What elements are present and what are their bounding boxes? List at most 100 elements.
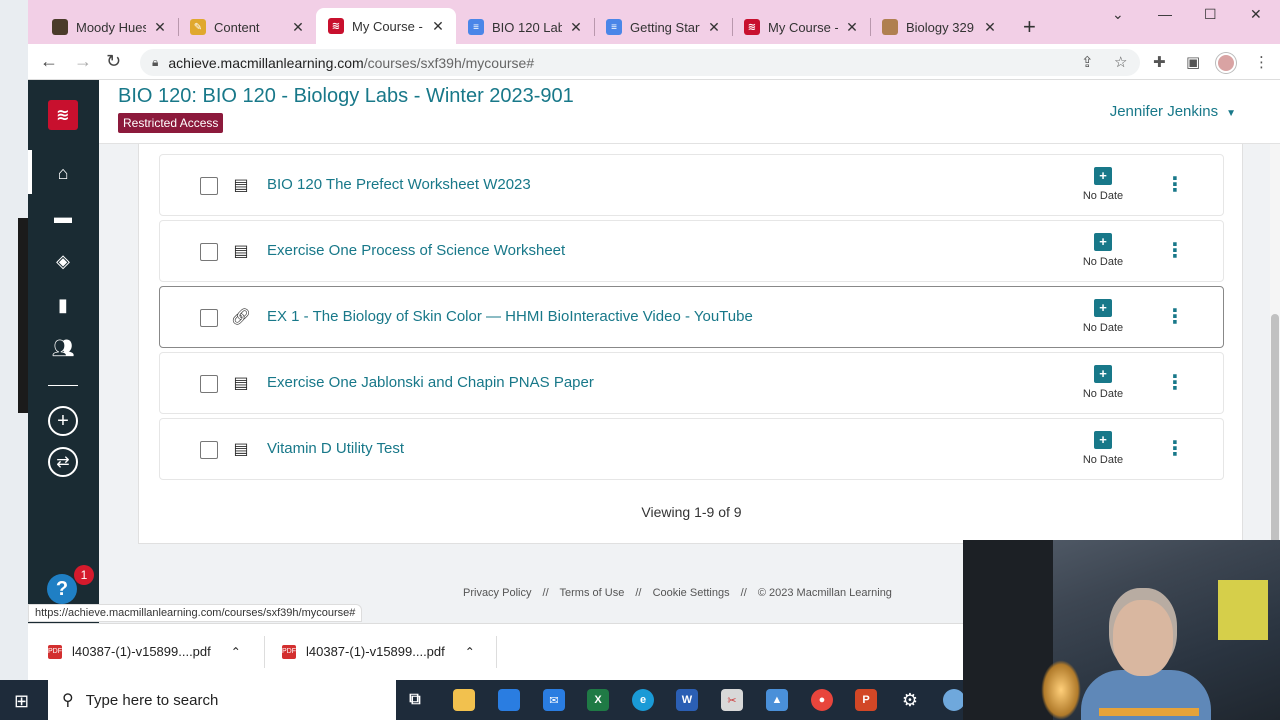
item-menu-kebab-icon[interactable]: ⋮	[1165, 237, 1185, 265]
tab-search-chevron-icon[interactable]: ⌄	[1112, 6, 1124, 23]
close-icon[interactable]: ✕	[844, 19, 860, 36]
swap-icon[interactable]: ⇄	[48, 447, 78, 477]
item-menu-kebab-icon[interactable]: ⋮	[1165, 369, 1185, 397]
tab-bio-120-lab[interactable]: ≡ BIO 120 Lab S ✕	[456, 10, 594, 44]
item-checkbox[interactable]	[200, 441, 218, 459]
powerpoint-icon[interactable]: P	[855, 689, 877, 711]
date-picker[interactable]: + No Date	[1078, 233, 1128, 268]
item-checkbox[interactable]	[200, 375, 218, 393]
tab-moody-hues[interactable]: Moody Hues | ✕	[40, 10, 178, 44]
user-menu[interactable]: Jennifer Jenkins ▼	[1110, 103, 1236, 120]
folder-icon[interactable]: ▬	[52, 206, 74, 228]
list-item[interactable]: ▤ BIO 120 The Prefect Worksheet W2023 + N…	[159, 154, 1224, 216]
item-title-link[interactable]: Exercise One Process of Science Workshee…	[267, 242, 565, 259]
presenter-shirt-stripe	[1099, 708, 1199, 716]
item-title-link[interactable]: Exercise One Jablonski and Chapin PNAS P…	[267, 374, 594, 391]
macmillan-favicon-icon: ≋	[744, 19, 760, 35]
list-item[interactable]: ▤ Exercise One Jablonski and Chapin PNAS…	[159, 352, 1224, 414]
side-panel-icon[interactable]: ▣	[1186, 53, 1200, 71]
chevron-up-icon[interactable]: ⌃	[231, 645, 241, 659]
close-icon[interactable]: ✕	[568, 19, 584, 36]
item-menu-kebab-icon[interactable]: ⋮	[1165, 171, 1185, 199]
close-icon[interactable]: ✕	[152, 19, 168, 36]
date-label: No Date	[1082, 454, 1124, 466]
download-item[interactable]: PDF l40387-(1)-v15899....pdf ⌃	[282, 644, 475, 659]
layers-icon[interactable]: ◈	[52, 250, 74, 272]
maximize-icon[interactable]: ☐	[1204, 6, 1217, 23]
item-menu-kebab-icon[interactable]: ⋮	[1165, 303, 1185, 331]
tab-content[interactable]: ✎ Content ✕	[178, 10, 316, 44]
cookie-settings-link[interactable]: Cookie Settings	[653, 587, 730, 599]
tab-my-course-active[interactable]: ≋ My Course - B ✕	[316, 8, 456, 44]
item-title-link[interactable]: EX 1 - The Biology of Skin Color — HHMI …	[267, 308, 753, 325]
taskbar-search[interactable]: ⚲ Type here to search	[48, 680, 396, 720]
new-tab-icon[interactable]: +	[1023, 14, 1036, 40]
task-view-icon[interactable]: ⧉	[404, 689, 426, 711]
window-close-icon[interactable]: ✕	[1250, 6, 1262, 23]
download-item[interactable]: PDF l40387-(1)-v15899....pdf ⌃	[48, 644, 241, 659]
settings-gear-icon[interactable]: ⚙	[899, 689, 921, 711]
item-checkbox[interactable]	[200, 177, 218, 195]
extensions-icon[interactable]: ✚	[1153, 53, 1166, 71]
download-filename: l40387-(1)-v15899....pdf	[72, 644, 211, 659]
item-menu-kebab-icon[interactable]: ⋮	[1165, 435, 1185, 463]
terms-of-use-link[interactable]: Terms of Use	[560, 587, 625, 599]
back-icon[interactable]: ←	[40, 51, 58, 72]
reload-icon[interactable]: ↻	[106, 51, 121, 72]
copyright-text: © 2023 Macmillan Learning	[757, 587, 892, 599]
list-item[interactable]: ▤ Vitamin D Utility Test + No Date ⋮	[159, 418, 1224, 480]
add-icon[interactable]: +	[48, 406, 78, 436]
footer-separator: //	[740, 587, 747, 599]
macmillan-logo-icon[interactable]: ≋	[48, 100, 78, 130]
share-icon[interactable]: ⇪	[1081, 53, 1094, 71]
close-icon[interactable]: ✕	[290, 19, 306, 36]
close-icon[interactable]: ✕	[982, 19, 998, 36]
address-bar[interactable]: 🔒︎ achieve.macmillanlearning.com/courses…	[140, 49, 1140, 76]
edge-icon[interactable]: e	[632, 689, 654, 711]
footer-separator: //	[635, 587, 642, 599]
list-item[interactable]: 🔗︎ EX 1 - The Biology of Skin Color — HH…	[159, 286, 1224, 348]
people-icon[interactable]: 👥︎	[52, 337, 75, 359]
menu-kebab-icon[interactable]: ⋮	[1254, 53, 1269, 71]
bar-chart-icon[interactable]: ▮	[52, 294, 74, 316]
pdf-icon: PDF	[282, 644, 296, 659]
help-icon[interactable]: ?	[47, 574, 77, 604]
chevron-up-icon[interactable]: ⌃	[465, 645, 475, 659]
item-title-link[interactable]: BIO 120 The Prefect Worksheet W2023	[267, 176, 531, 193]
item-title-link[interactable]: Vitamin D Utility Test	[267, 440, 404, 457]
link-icon: 🔗︎	[230, 309, 252, 326]
globe-icon[interactable]	[943, 689, 965, 711]
footer-separator: //	[542, 587, 549, 599]
background-panel	[18, 218, 28, 413]
list-item[interactable]: ▤ Exercise One Process of Science Worksh…	[159, 220, 1224, 282]
excel-icon[interactable]: X	[587, 689, 609, 711]
close-icon[interactable]: ✕	[430, 18, 446, 35]
mail-icon[interactable]: ✉	[543, 689, 565, 711]
item-checkbox[interactable]	[200, 309, 218, 327]
tab-getting-started[interactable]: ≡ Getting Starte ✕	[594, 10, 732, 44]
store-icon[interactable]	[498, 689, 520, 711]
windows-start-icon[interactable]: ⊞	[14, 691, 29, 712]
date-picker[interactable]: + No Date	[1078, 167, 1128, 202]
forward-icon[interactable]: →	[74, 51, 92, 72]
date-picker[interactable]: + No Date	[1078, 431, 1128, 466]
snipping-tool-icon[interactable]: ✂	[721, 689, 743, 711]
item-checkbox[interactable]	[200, 243, 218, 261]
privacy-policy-link[interactable]: Privacy Policy	[463, 587, 531, 599]
date-picker[interactable]: + No Date	[1078, 299, 1128, 334]
webcam-lamp	[1041, 660, 1081, 720]
word-icon[interactable]: W	[676, 689, 698, 711]
photos-icon[interactable]: ▲	[766, 689, 788, 711]
profile-avatar[interactable]	[1216, 53, 1236, 73]
document-icon: ▤	[233, 177, 249, 194]
minimize-icon[interactable]: —	[1158, 6, 1172, 22]
tab-my-course[interactable]: ≋ My Course - B ✕	[732, 10, 870, 44]
close-icon[interactable]: ✕	[706, 19, 722, 36]
date-label: No Date	[1082, 388, 1124, 400]
home-icon[interactable]: ⌂	[52, 162, 74, 184]
tab-biology-329[interactable]: Biology 329 ✕	[870, 10, 1008, 44]
bookmark-star-icon[interactable]: ☆	[1114, 53, 1127, 71]
file-explorer-icon[interactable]	[453, 689, 475, 711]
date-picker[interactable]: + No Date	[1078, 365, 1128, 400]
chrome-icon[interactable]: ●	[811, 689, 833, 711]
